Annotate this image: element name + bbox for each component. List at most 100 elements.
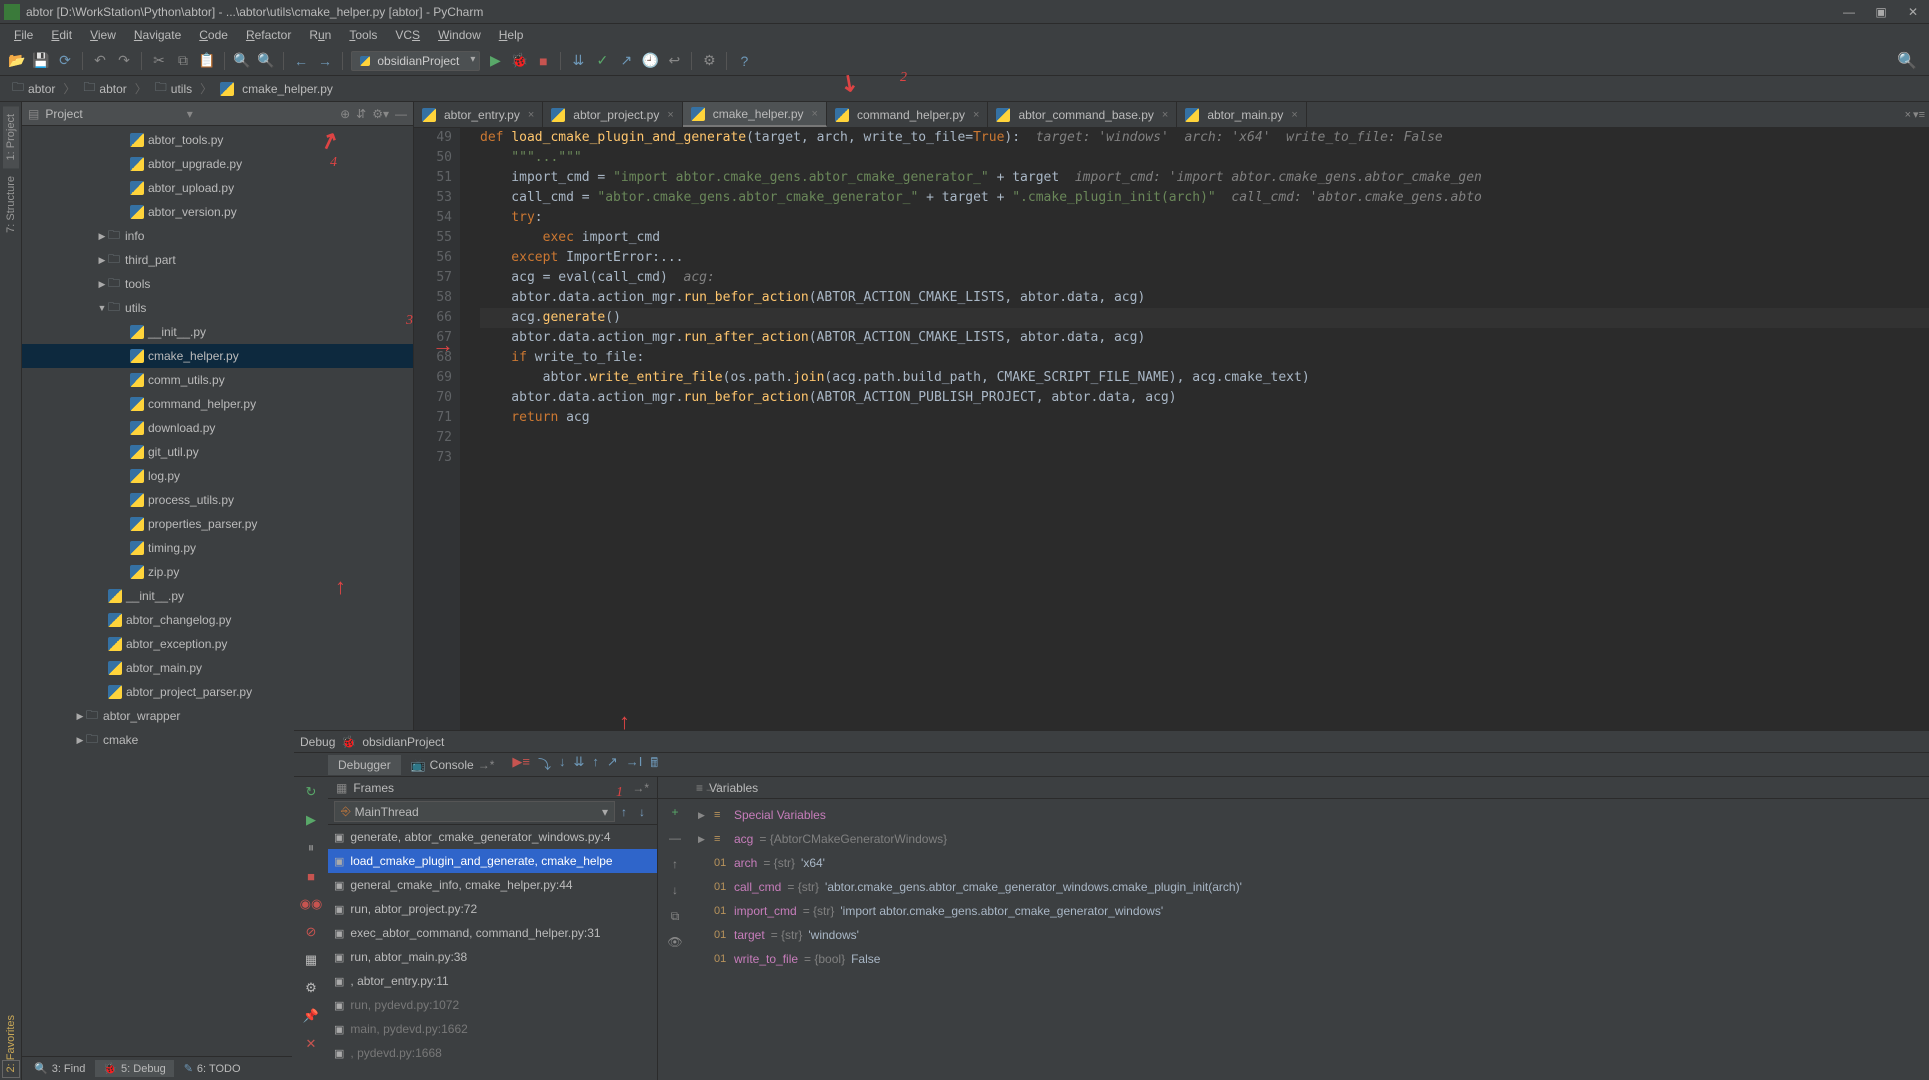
- expander-icon[interactable]: ▶: [96, 279, 108, 290]
- tree-file[interactable]: properties_parser.py: [22, 512, 413, 536]
- stack-frame[interactable]: ▣generate, abtor_cmake_generator_windows…: [328, 825, 657, 849]
- stack-frame[interactable]: ▣exec_abtor_command, command_helper.py:3…: [328, 921, 657, 945]
- frames-list[interactable]: ▣generate, abtor_cmake_generator_windows…: [328, 825, 657, 1080]
- variable-row[interactable]: 01arch = {str} 'x64': [698, 851, 1923, 875]
- tab-debug[interactable]: 🐞 5: Debug: [95, 1060, 173, 1077]
- line-number[interactable]: 57: [414, 268, 452, 288]
- save-icon[interactable]: 💾: [32, 52, 50, 70]
- line-number[interactable]: 54: [414, 208, 452, 228]
- code-line[interactable]: call_cmd = "abtor.cmake_gens.abtor_cmake…: [480, 188, 1929, 208]
- editor-tab[interactable]: abtor_command_base.py×: [988, 102, 1177, 127]
- minimize-button[interactable]: ―: [1837, 3, 1861, 21]
- scroll-from-source-icon[interactable]: ⊕: [340, 107, 350, 121]
- settings-icon[interactable]: ⚙: [700, 52, 718, 70]
- collapse-all-icon[interactable]: ⇵: [356, 107, 366, 121]
- find-icon[interactable]: 🔍: [233, 52, 251, 70]
- project-view-icon[interactable]: ▤: [28, 107, 39, 121]
- line-number[interactable]: 69: [414, 368, 452, 388]
- tree-file[interactable]: timing.py: [22, 536, 413, 560]
- expander-icon[interactable]: ▶: [74, 711, 86, 722]
- stop-icon[interactable]: ■: [302, 867, 320, 885]
- tree-file[interactable]: command_helper.py: [22, 392, 413, 416]
- editor-tab[interactable]: command_helper.py×: [827, 102, 989, 127]
- line-number[interactable]: 50: [414, 148, 452, 168]
- thread-selector[interactable]: ⎆ MainThread: [334, 801, 615, 822]
- show-execution-point-icon[interactable]: ▶≡: [512, 754, 530, 776]
- tree-file[interactable]: cmake_helper.py: [22, 344, 413, 368]
- update-icon[interactable]: ⇊: [569, 52, 587, 70]
- close-icon[interactable]: ×: [528, 109, 534, 121]
- tree-folder[interactable]: ▶🗀third_part: [22, 248, 413, 272]
- breadcrumb[interactable]: cmake_helper.py: [216, 80, 337, 98]
- editor-tab[interactable]: abtor_project.py×: [543, 102, 683, 127]
- expander-icon[interactable]: ▶: [74, 735, 86, 746]
- line-number[interactable]: 49: [414, 128, 452, 148]
- search-everywhere-icon[interactable]: 🔍: [1897, 51, 1917, 71]
- code-line[interactable]: return acg: [480, 408, 1929, 428]
- tree-folder[interactable]: ▶🗀tools: [22, 272, 413, 296]
- stack-frame[interactable]: ▣, abtor_entry.py:11: [328, 969, 657, 993]
- run-to-cursor-icon[interactable]: →I: [626, 754, 643, 776]
- code-line[interactable]: import_cmd = "import abtor.cmake_gens.ab…: [480, 168, 1929, 188]
- tree-file[interactable]: comm_utils.py: [22, 368, 413, 392]
- rerun-icon[interactable]: ↻: [302, 783, 320, 801]
- undo-icon[interactable]: ↶: [91, 52, 109, 70]
- duplicate-icon[interactable]: ⧉: [666, 907, 684, 925]
- menu-tools[interactable]: Tools: [341, 26, 385, 44]
- show-watches-icon[interactable]: 👁: [666, 933, 684, 951]
- tree-file[interactable]: abtor_version.py: [22, 200, 413, 224]
- tree-file[interactable]: abtor_upload.py: [22, 176, 413, 200]
- expander-icon[interactable]: ▶: [96, 255, 108, 266]
- close-button[interactable]: ✕: [1901, 3, 1925, 21]
- back-icon[interactable]: ←: [292, 52, 310, 70]
- variables-list[interactable]: ▶≡Special Variables▶≡acg = {AbtorCMakeGe…: [692, 799, 1929, 1080]
- tree-file[interactable]: log.py: [22, 464, 413, 488]
- tree-file[interactable]: abtor_main.py: [22, 656, 413, 680]
- stack-frame[interactable]: ▣, pydevd.py:1668: [328, 1041, 657, 1065]
- variable-row[interactable]: 01call_cmd = {str} 'abtor.cmake_gens.abt…: [698, 875, 1923, 899]
- code-line[interactable]: abtor.data.action_mgr.run_befor_action(A…: [480, 288, 1929, 308]
- editor-tab[interactable]: abtor_entry.py×: [414, 102, 543, 127]
- menu-vcs[interactable]: VCS: [387, 26, 428, 44]
- stop-icon[interactable]: ■: [534, 52, 552, 70]
- tool-windows-button[interactable]: [2, 1060, 20, 1078]
- forward-icon[interactable]: →: [316, 52, 334, 70]
- tree-file[interactable]: __init__.py: [22, 584, 413, 608]
- cut-icon[interactable]: ✂: [150, 52, 168, 70]
- tree-file[interactable]: abtor_upgrade.py: [22, 152, 413, 176]
- menu-view[interactable]: View: [82, 26, 124, 44]
- line-number[interactable]: 51: [414, 168, 452, 188]
- menu-help[interactable]: Help: [491, 26, 532, 44]
- tab-list-icon[interactable]: ▾≡: [1913, 108, 1925, 121]
- menu-file[interactable]: File: [6, 26, 41, 44]
- tree-file[interactable]: zip.py: [22, 560, 413, 584]
- breadcrumb[interactable]: 🗀abtor: [79, 76, 130, 101]
- sync-icon[interactable]: ⟳: [56, 52, 74, 70]
- line-number[interactable]: 73: [414, 448, 452, 468]
- pin-icon[interactable]: 📌: [302, 1007, 320, 1025]
- drop-frame-icon[interactable]: ↗: [607, 754, 618, 776]
- down-icon[interactable]: ↓: [666, 881, 684, 899]
- tree-file[interactable]: abtor_changelog.py: [22, 608, 413, 632]
- tree-folder[interactable]: ▼🗀utils: [22, 296, 413, 320]
- line-number[interactable]: 72: [414, 428, 452, 448]
- line-number[interactable]: 58: [414, 288, 452, 308]
- menu-edit[interactable]: Edit: [43, 26, 80, 44]
- view-breakpoints-icon[interactable]: ◉◉: [302, 895, 320, 913]
- evaluate-icon[interactable]: 🖩: [650, 754, 658, 776]
- code-line[interactable]: abtor.write_entire_file(os.path.join(acg…: [480, 368, 1929, 388]
- editor-tab[interactable]: abtor_main.py×: [1177, 102, 1306, 127]
- resume-icon[interactable]: ▶: [302, 811, 320, 829]
- gear-icon[interactable]: ⚙▾: [372, 107, 389, 121]
- variable-row[interactable]: ▶≡acg = {AbtorCMakeGeneratorWindows}: [698, 827, 1923, 851]
- tree-file[interactable]: abtor_project_parser.py: [22, 680, 413, 704]
- tab-project[interactable]: 1: Project: [3, 106, 19, 168]
- tab-find[interactable]: 🔍 3: Find: [26, 1060, 93, 1077]
- menu-window[interactable]: Window: [430, 26, 489, 44]
- code-line[interactable]: acg = eval(call_cmd) acg:: [480, 268, 1929, 288]
- code-line[interactable]: abtor.data.action_mgr.run_befor_action(A…: [480, 388, 1929, 408]
- line-number[interactable]: 71: [414, 408, 452, 428]
- close-icon[interactable]: ×: [1291, 109, 1297, 121]
- run-config-selector[interactable]: obsidianProject: [351, 51, 480, 71]
- replace-icon[interactable]: 🔍: [257, 52, 275, 70]
